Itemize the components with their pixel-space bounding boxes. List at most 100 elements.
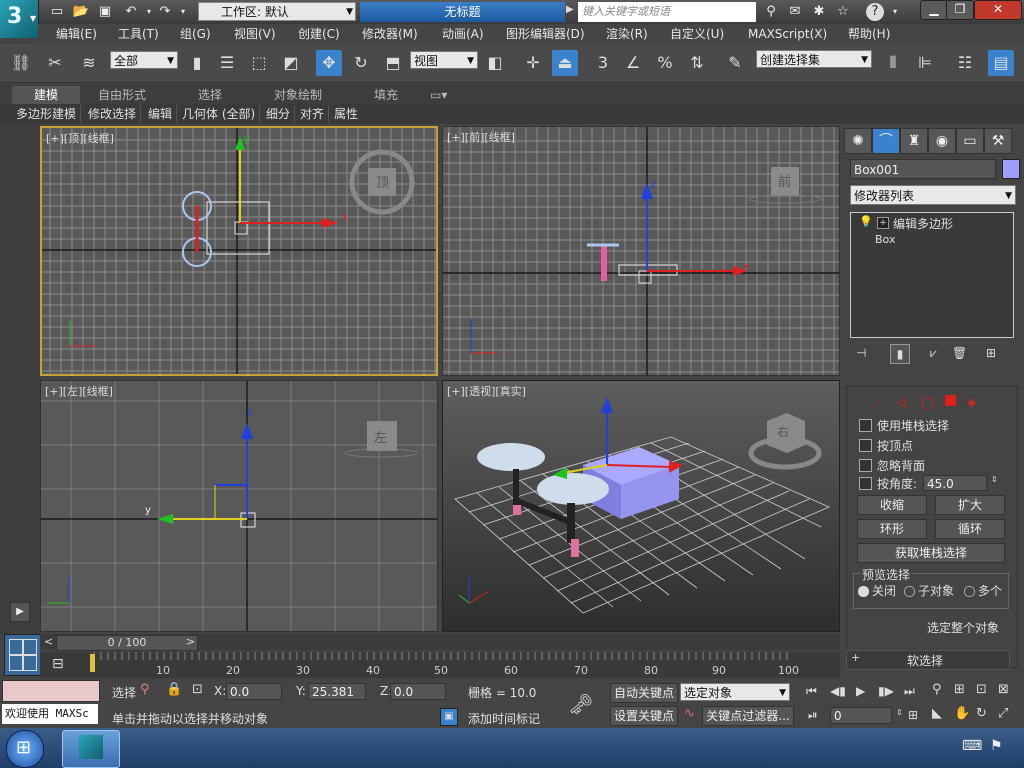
lightbulb-icon[interactable]: 💡 — [859, 215, 873, 228]
select-move-icon[interactable]: ✥ — [316, 50, 342, 76]
make-unique-icon[interactable]: ⩗ — [930, 346, 937, 361]
viewport-left-label[interactable]: [+][左][线框] — [45, 383, 113, 399]
loop-button[interactable]: 循环 — [935, 519, 1005, 539]
viewcube-front-face[interactable]: 前 — [778, 171, 791, 190]
polygon-subobject-icon[interactable] — [945, 395, 956, 406]
use-stack-selection-checkbox[interactable] — [859, 419, 872, 432]
select-object-icon[interactable]: ▮ — [184, 50, 210, 76]
align-icon[interactable]: ⊫ — [912, 50, 938, 76]
app-logo-button[interactable]: 3 ▼ — [0, 0, 39, 38]
edge-subobject-icon[interactable]: ◁ — [897, 395, 906, 409]
key-filters-icon[interactable]: ∿ — [684, 706, 695, 721]
workspace-dropdown[interactable]: 工作区: 默认 ▼ — [198, 2, 356, 21]
current-frame-field[interactable]: 0 — [830, 707, 892, 724]
field-of-view-icon[interactable]: ◣ — [932, 706, 942, 721]
tab-object-paint[interactable]: 对象绘制 — [274, 86, 322, 104]
ribbon-options-icon[interactable]: ▭▾ — [430, 86, 447, 104]
ref-coord-dropdown[interactable]: 视图 ▼ — [410, 51, 478, 69]
maxscript-listener-pink[interactable] — [2, 680, 100, 702]
ribbon-edit[interactable]: 编辑 — [144, 105, 178, 123]
menu-tools[interactable]: 工具(T) — [118, 24, 159, 44]
get-stack-selection-button[interactable]: 获取堆栈选择 — [857, 543, 1005, 563]
utilities-panel-tab-icon[interactable]: ⚒ — [984, 128, 1012, 154]
menu-customize[interactable]: 自定义(U) — [670, 24, 724, 44]
maxscript-mini-listener[interactable]: 欢迎使用 MAXSc — [2, 704, 98, 724]
menu-help[interactable]: 帮助(H) — [848, 24, 890, 44]
viewcube-top-face[interactable]: 顶 — [376, 172, 389, 191]
viewport-front[interactable]: [+][前][线框] 前 x z — [442, 126, 840, 376]
element-subobject-icon[interactable]: ◈ — [967, 395, 976, 409]
communication-icon[interactable]: ✉ — [786, 3, 804, 21]
pan-icon[interactable]: ✋ — [954, 706, 970, 721]
by-vertex-checkbox[interactable] — [859, 439, 872, 452]
x-coord-field[interactable]: 0.0 — [226, 683, 282, 700]
isolate-selection-icon[interactable]: ⚲ — [140, 682, 150, 697]
time-slider-thumb[interactable]: 0 / 100 — [56, 635, 198, 651]
select-scale-icon[interactable]: ⬒ — [380, 50, 406, 76]
viewport-layout-tab[interactable] — [4, 634, 42, 676]
goto-end-icon[interactable]: ⏭ — [904, 684, 915, 699]
menu-group[interactable]: 组(G) — [180, 24, 211, 44]
object-color-swatch[interactable] — [1002, 159, 1020, 179]
notification-flag-icon[interactable]: ⚑ — [990, 738, 1003, 754]
minimize-button[interactable]: ▁ — [920, 0, 948, 20]
grow-button[interactable]: 扩大 — [935, 495, 1005, 515]
mini-curve-editor-icon[interactable]: ⊟ — [52, 656, 64, 672]
manipulate-icon[interactable]: ✛ — [520, 50, 546, 76]
ribbon-geometry-all[interactable]: 几何体 (全部) — [178, 105, 261, 123]
viewport-top[interactable]: [+][顶][线框] 顶 x y — [40, 126, 438, 376]
configure-modifier-sets-icon[interactable]: ⊞ — [986, 346, 996, 360]
viewport-left[interactable]: [+][左][线框] 左 y z — [40, 380, 438, 632]
orbit-icon[interactable]: ↻ — [976, 706, 987, 721]
spinner-snap-icon[interactable]: ⇅ — [684, 50, 710, 76]
start-button[interactable]: ⊞ — [6, 730, 44, 768]
y-coord-field[interactable]: 25.381 — [308, 683, 366, 700]
key-mode-toggle-icon[interactable]: ⏯ — [808, 708, 818, 723]
play-icon[interactable]: ▶ — [856, 684, 865, 698]
tab-selection[interactable]: 选择 — [198, 86, 222, 104]
time-slider-prev-icon[interactable]: < — [44, 635, 53, 648]
keyboard-icon[interactable]: ⌨ — [962, 738, 982, 754]
angle-field[interactable]: 45.0 — [923, 475, 987, 491]
select-rotate-icon[interactable]: ↻ — [348, 50, 374, 76]
percent-snap-icon[interactable]: % — [652, 50, 678, 76]
ribbon-align[interactable]: 对齐 — [296, 105, 330, 123]
stack-item-box[interactable]: Box — [875, 233, 895, 246]
save-file-icon[interactable]: ▣ — [96, 3, 114, 21]
layer-manager-icon[interactable]: ☷ — [952, 50, 978, 76]
search-input[interactable]: 键入关键字或短语 — [578, 2, 756, 22]
set-key-button[interactable]: 设置关键点 — [610, 706, 678, 726]
expand-arrow-icon[interactable]: ▶ — [566, 4, 574, 15]
menu-views[interactable]: 视图(V) — [234, 24, 276, 44]
absolute-mode-icon[interactable]: ⊡ — [192, 682, 203, 697]
menu-edit[interactable]: 编辑(E) — [56, 24, 97, 44]
keyboard-shortcut-override-icon[interactable]: ⏏ — [552, 50, 578, 76]
add-time-tag-label[interactable]: 添加时间标记 — [468, 710, 540, 727]
open-file-icon[interactable]: 📂 — [72, 3, 90, 21]
shrink-button[interactable]: 收缩 — [857, 495, 927, 515]
binoculars-icon[interactable]: ⚲ — [762, 3, 780, 21]
window-crossing-icon[interactable]: ◩ — [278, 50, 304, 76]
restore-button[interactable]: ❐ — [946, 0, 974, 20]
link-icon[interactable]: ⛓ — [8, 50, 34, 76]
angle-snap-icon[interactable]: ∠ — [620, 50, 646, 76]
tab-freeform[interactable]: 自由形式 — [98, 86, 146, 104]
favorites-star-icon[interactable]: ☆ — [834, 3, 852, 21]
zoom-icon[interactable]: ⚲ — [932, 682, 942, 697]
hierarchy-panel-tab-icon[interactable]: ♜ — [900, 128, 928, 154]
key-filters-button[interactable]: 关键点过滤器... — [702, 706, 794, 726]
auto-key-button[interactable]: 自动关键点 — [610, 683, 678, 703]
menu-animation[interactable]: 动画(A) — [442, 24, 484, 44]
redo-icon[interactable]: ↷ — [156, 3, 174, 21]
help-dropdown-icon[interactable]: ▾ — [886, 3, 904, 21]
bind-space-warp-icon[interactable]: ≋ — [76, 50, 102, 76]
zoom-extents-all-icon[interactable]: ⊠ — [998, 682, 1009, 697]
modifier-list-dropdown[interactable]: 修改器列表 ▼ — [850, 185, 1016, 205]
expand-plus-icon[interactable]: + — [877, 217, 889, 229]
menu-maxscript[interactable]: MAXScript(X) — [748, 24, 827, 44]
viewport-perspective-label[interactable]: [+][透视][真实] — [447, 383, 526, 399]
stack-item-edit-poly[interactable]: 💡 + 编辑多边形 — [855, 215, 1009, 231]
angle-spinner-icon[interactable]: ⇕ — [991, 475, 998, 484]
motion-panel-tab-icon[interactable]: ◉ — [928, 128, 956, 154]
edit-named-selection-icon[interactable]: ✎ — [722, 50, 748, 76]
